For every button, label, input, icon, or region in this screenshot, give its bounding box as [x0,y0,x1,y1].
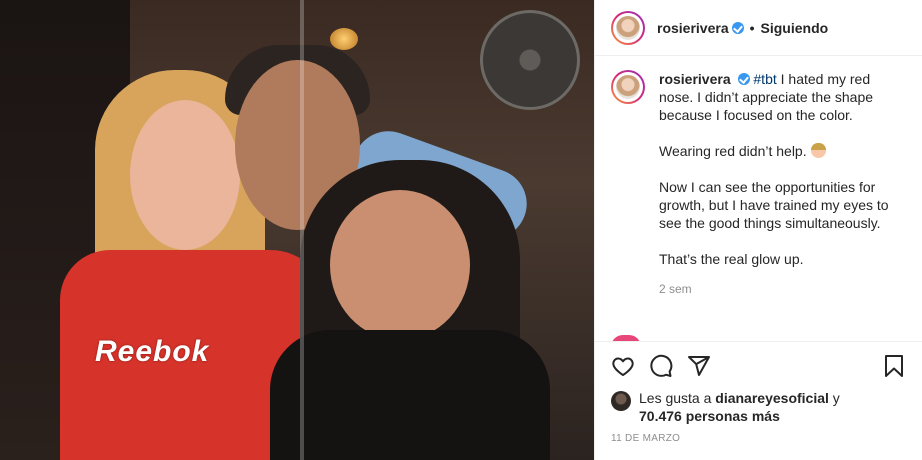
likes-prefix: Les gusta a [639,390,712,406]
caption-hashtag[interactable]: #tbt [753,71,776,87]
likes-connector: y [832,390,840,406]
caption-line-3: Now I can see the opportunities for grow… [659,179,889,231]
caption-username[interactable]: rosierivera [659,71,731,87]
photo-fold-line [300,0,304,460]
caption-paragraph-4: That’s the real glow up. [659,250,906,268]
likes-summary: Les gusta a dianareyesoficial y 70.476 p… [595,389,922,425]
author-username[interactable]: rosierivera [657,20,729,36]
photo-person-right-face [330,190,470,340]
verified-badge-icon [731,21,744,34]
liker-username[interactable]: dianareyesoficial [715,390,829,406]
photo-shirt-logo-text: Reebok [95,335,210,368]
post-photo[interactable]: Reebok [0,0,594,460]
caption-paragraph-1: rosierivera #tbt I hated my red nose. I … [659,70,906,124]
bookmark-icon [885,354,903,377]
post-caption: rosierivera #tbt I hated my red nose. I … [611,70,906,298]
caption-paragraph-2: Wearing red didn’t help. [659,142,906,160]
caption-verified-badge-icon [737,73,750,85]
following-button[interactable]: Siguiendo [761,20,829,36]
photo-fan [480,10,580,110]
author-avatar[interactable] [611,11,645,45]
heart-icon [612,357,634,376]
caption-time-ago[interactable]: 2 sem [659,280,906,298]
post-side-panel: rosierivera • Siguiendo rosierivera #tbt… [594,0,922,460]
caption-line-4: That’s the real glow up. [659,251,804,267]
save-button[interactable] [878,350,910,382]
post-header: rosierivera • Siguiendo [595,0,922,56]
comments-section: rosierivera #tbt I hated my red nose. I … [595,56,922,341]
comment-icon [650,354,673,377]
header-separator: • [749,19,755,36]
next-comment-avatar [611,335,641,341]
liker-avatar[interactable] [611,391,631,411]
photo-lamp [330,28,358,50]
like-button[interactable] [607,350,639,382]
instagram-post: Reebok rosierivera • Siguiendo rosierive… [0,0,922,460]
caption-line-2: Wearing red didn’t help. [659,143,807,159]
photo-person-left-face [130,100,240,250]
likes-count[interactable]: 70.476 personas más [639,408,780,424]
comment-button[interactable] [645,350,677,382]
caption-body: rosierivera #tbt I hated my red nose. I … [659,70,906,298]
send-icon [688,355,710,376]
likes-text: Les gusta a dianareyesoficial y 70.476 p… [639,389,840,425]
woman-facepalming-emoji-icon [810,143,826,158]
post-date[interactable]: 11 DE MARZO [595,425,922,444]
photo-person-right-body [270,330,550,460]
caption-author-avatar[interactable] [611,70,645,104]
caption-paragraph-3: Now I can see the opportunities for grow… [659,178,906,232]
action-bar [595,341,922,389]
share-button[interactable] [683,350,715,382]
